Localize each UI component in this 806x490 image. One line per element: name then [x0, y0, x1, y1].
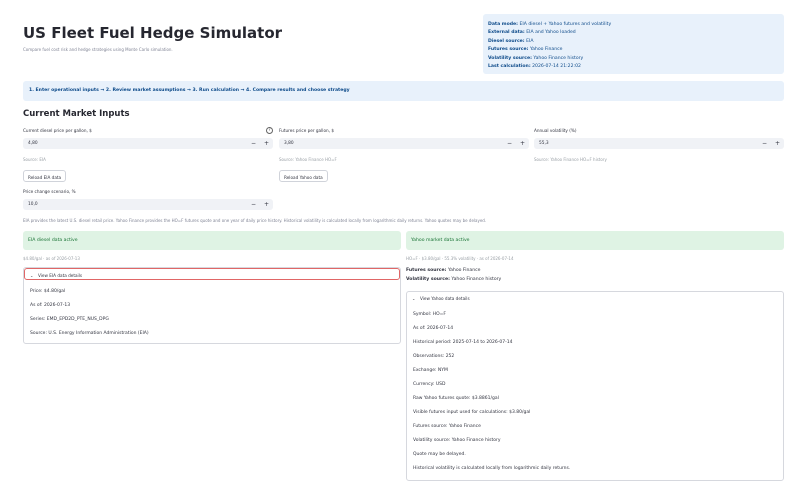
- reload-eia-button[interactable]: Reload EIA data: [23, 170, 67, 182]
- volatility-input[interactable]: 55,3 − +: [534, 138, 784, 149]
- volatility-label: Annual volatility (%): [534, 128, 577, 133]
- eia-details-expander: ⌄ View EIA data details Price: $4.80/gal …: [23, 267, 401, 344]
- page-title: US Fleet Fuel Hedge Simulator: [23, 24, 283, 42]
- yahoo-expander-header[interactable]: ⌄ View Yahoo data details: [407, 292, 783, 304]
- futures-price-input[interactable]: 3,80 − +: [279, 138, 529, 149]
- price-change-input[interactable]: 10,0 − +: [23, 199, 273, 210]
- plus-icon[interactable]: +: [262, 139, 271, 148]
- yahoo-expander-label: View Yahoo data details: [420, 295, 470, 301]
- section-title: Current Market Inputs: [23, 109, 130, 119]
- futures-price-value: 3,80: [284, 141, 294, 146]
- eia-detail-line: Series: EMD_EPD2D_PTE_NUS_DPG: [30, 317, 109, 322]
- chevron-down-icon: ⌄: [30, 272, 34, 278]
- yahoo-caption: HO=F · $3.80/gal · 55.3% volatility · as…: [406, 256, 514, 261]
- eia-detail-line: Source: U.S. Energy Information Administ…: [30, 331, 149, 336]
- eia-expander-label: View EIA data details: [38, 272, 83, 278]
- price-change-value: 10,0: [28, 202, 38, 207]
- status-last-calculation: Last calculation: 2026-07-14 21:22:02: [488, 64, 581, 70]
- yahoo-volatility-source: Volatility source: Yahoo Finance history: [406, 277, 502, 282]
- status-data-mode: Data mode: EIA diesel + Yahoo futures an…: [488, 22, 612, 27]
- minus-icon[interactable]: −: [760, 139, 769, 148]
- futures-price-label: Futures price per gallon, $: [279, 128, 334, 133]
- yahoo-detail-line: Observations: 252: [413, 354, 455, 359]
- yahoo-detail-line: Historical period: 2025-07-14 to 2026-07…: [413, 340, 513, 345]
- yahoo-detail-line: Futures source: Yahoo Finance: [413, 424, 481, 429]
- eia-detail-line: Price: $4.80/gal: [30, 289, 66, 294]
- eia-caption: $4.80/gal · as of 2026-07-13: [23, 256, 80, 261]
- yahoo-details-expander: ⌄ View Yahoo data details Symbol: HO=F As…: [406, 291, 784, 481]
- volatility-source: Source: Yahoo Finance HO=F history: [534, 157, 607, 162]
- yahoo-detail-line: Quote may be delayed.: [413, 452, 466, 457]
- status-external-data: External data: EIA and Yahoo loaded: [488, 30, 576, 36]
- status-diesel-source: Diesel source: EIA: [488, 38, 534, 44]
- yahoo-futures-source: Futures source: Yahoo Finance: [406, 268, 481, 273]
- eia-expander-header[interactable]: ⌄ View EIA data details: [24, 268, 400, 280]
- price-change-label: Price change scenario, %: [23, 189, 76, 194]
- yahoo-detail-line: Visible futures input used for calculati…: [413, 410, 531, 415]
- yahoo-detail-line: Currency: USD: [413, 382, 446, 387]
- yahoo-detail-line: Volatility source: Yahoo Finance history: [413, 438, 501, 443]
- eia-active-banner: EIA diesel data active: [23, 231, 401, 250]
- futures-source: Source: Yahoo Finance HO=F: [279, 157, 337, 162]
- minus-icon[interactable]: −: [249, 200, 258, 209]
- status-volatility-source: Volatility source: Yahoo Finance history: [488, 55, 584, 61]
- yahoo-detail-line: Raw Yahoo futures quote: $3.8861/gal: [413, 396, 499, 401]
- chevron-down-icon: ⌄: [412, 295, 416, 301]
- status-futures-source: Futures source: Yahoo Finance: [488, 47, 563, 53]
- data-status-box: Data mode: EIA diesel + Yahoo futures an…: [483, 14, 784, 74]
- minus-icon[interactable]: −: [249, 139, 258, 148]
- diesel-source: Source: EIA: [23, 157, 46, 162]
- plus-icon[interactable]: +: [262, 200, 271, 209]
- volatility-value: 55,3: [539, 141, 549, 146]
- yahoo-active-banner: Yahoo market data active: [406, 231, 784, 250]
- help-circle-icon[interactable]: ?: [266, 127, 273, 134]
- diesel-price-value: 4,80: [28, 141, 38, 146]
- page-subtitle: Compare fuel cost risk and hedge strateg…: [23, 47, 173, 52]
- diesel-price-label: Current diesel price per gallon, $: [23, 128, 92, 133]
- yahoo-detail-line: Exchange: NYM: [413, 368, 448, 373]
- workflow-steps: 1. Enter operational inputs → 2. Review …: [23, 81, 784, 101]
- data-sources-note: EIA provides the latest U.S. diesel reta…: [23, 218, 487, 223]
- diesel-price-input[interactable]: 4,80 − +: [23, 138, 273, 149]
- plus-icon[interactable]: +: [773, 139, 782, 148]
- plus-icon[interactable]: +: [518, 139, 527, 148]
- reload-yahoo-button[interactable]: Reload Yahoo data: [279, 170, 328, 182]
- eia-detail-line: As of: 2026-07-13: [30, 303, 71, 308]
- minus-icon[interactable]: −: [505, 139, 514, 148]
- yahoo-detail-line: Symbol: HO=F: [413, 312, 446, 317]
- yahoo-detail-line: As of: 2026-07-14: [413, 326, 454, 331]
- yahoo-detail-line: Historical volatility is calculated loca…: [413, 466, 571, 471]
